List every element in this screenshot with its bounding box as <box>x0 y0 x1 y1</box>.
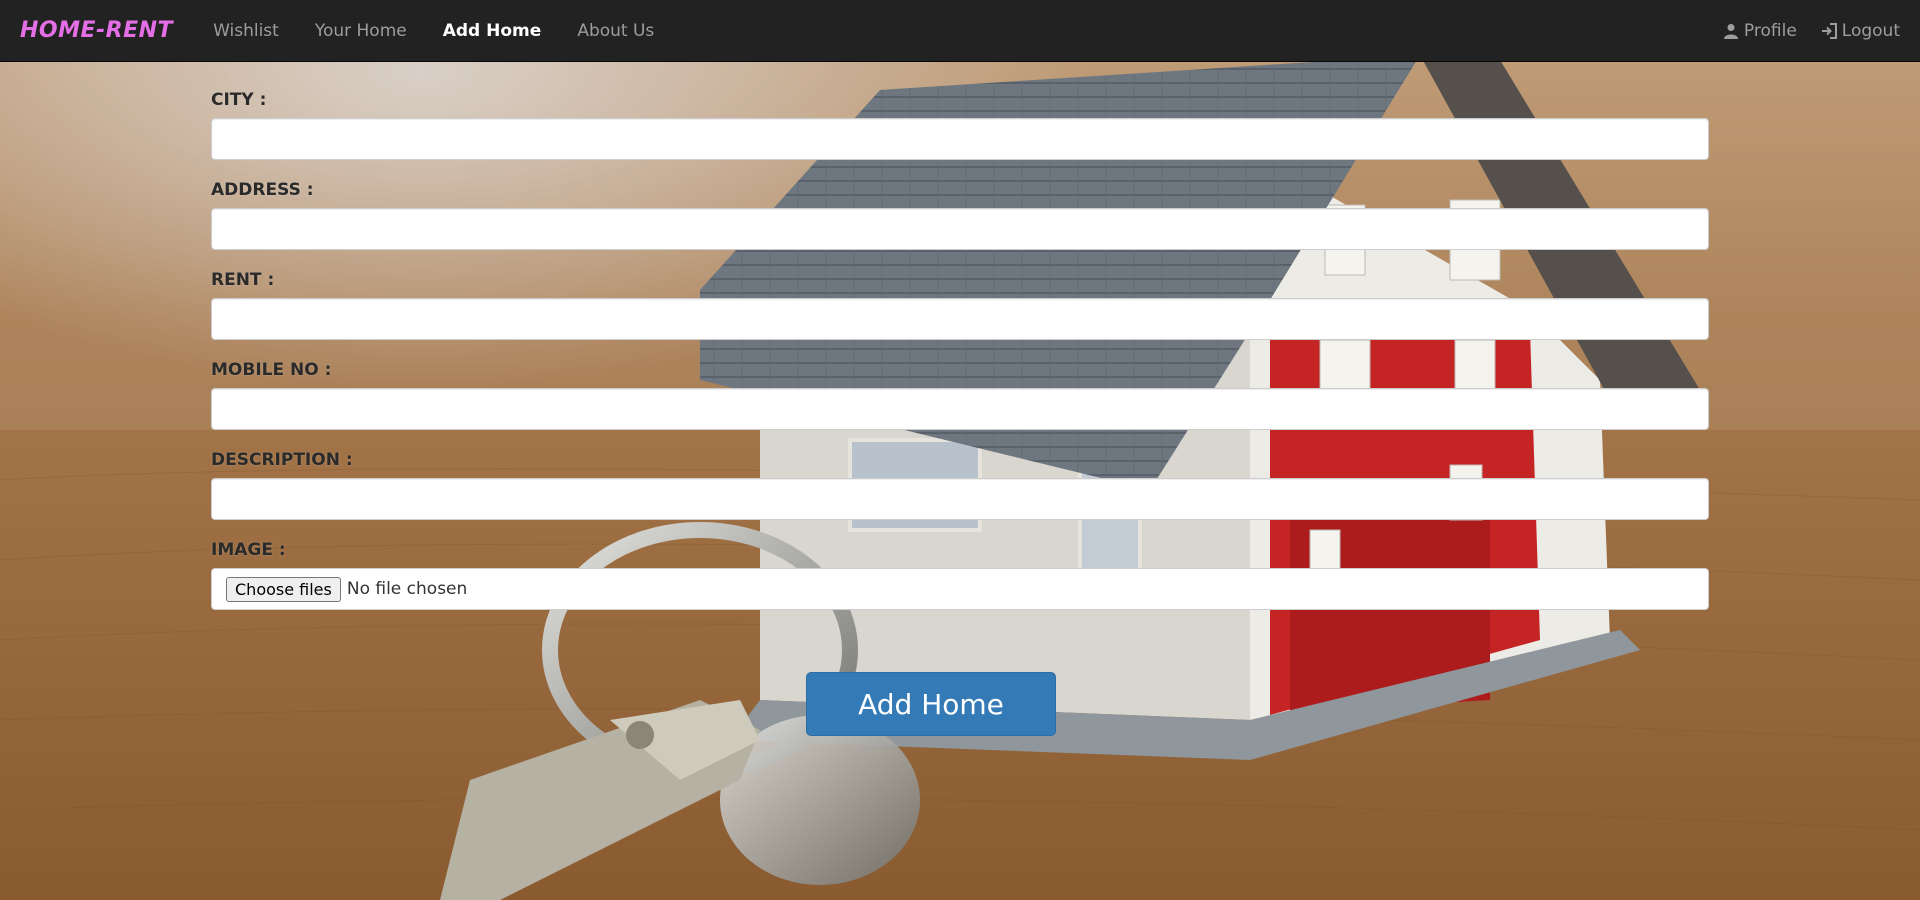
city-input[interactable] <box>211 118 1709 160</box>
nav-your-home[interactable]: Your Home <box>297 0 425 62</box>
description-label: DESCRIPTION : <box>211 450 353 470</box>
file-status-text: No file chosen <box>346 579 468 599</box>
description-input[interactable] <box>211 478 1709 520</box>
mobile-no-label: MOBILE NO : <box>211 360 332 380</box>
rent-input[interactable] <box>211 298 1709 340</box>
log-in-icon <box>1821 22 1837 39</box>
nav-right-group: Profile Logout <box>1711 0 1912 62</box>
image-file-input[interactable]: Choose files No file chosen <box>211 568 1709 610</box>
image-label: IMAGE : <box>211 540 286 560</box>
add-home-form: CITY : ADDRESS : RENT : MOBILE NO : DESC… <box>211 80 1709 610</box>
nav-add-home[interactable]: Add Home <box>425 0 560 62</box>
nav-about-us[interactable]: About Us <box>559 0 672 62</box>
nav-wishlist[interactable]: Wishlist <box>195 0 297 62</box>
city-label: CITY : <box>211 90 267 110</box>
top-navbar: HOME-RENT Wishlist Your Home Add Home Ab… <box>0 0 1920 62</box>
address-input[interactable] <box>211 208 1709 250</box>
mobile-no-input[interactable] <box>211 388 1709 430</box>
logout-label: Logout <box>1841 20 1900 41</box>
brand-logo[interactable]: HOME-RENT <box>20 18 173 43</box>
rent-label: RENT : <box>211 270 275 290</box>
choose-files-button[interactable]: Choose files <box>226 576 341 602</box>
nav-profile[interactable]: Profile <box>1711 0 1809 62</box>
nav-logout[interactable]: Logout <box>1809 0 1912 62</box>
profile-label: Profile <box>1743 20 1797 41</box>
address-label: ADDRESS : <box>211 180 314 200</box>
add-home-submit-button[interactable]: Add Home <box>806 672 1056 736</box>
user-icon <box>1723 23 1739 39</box>
